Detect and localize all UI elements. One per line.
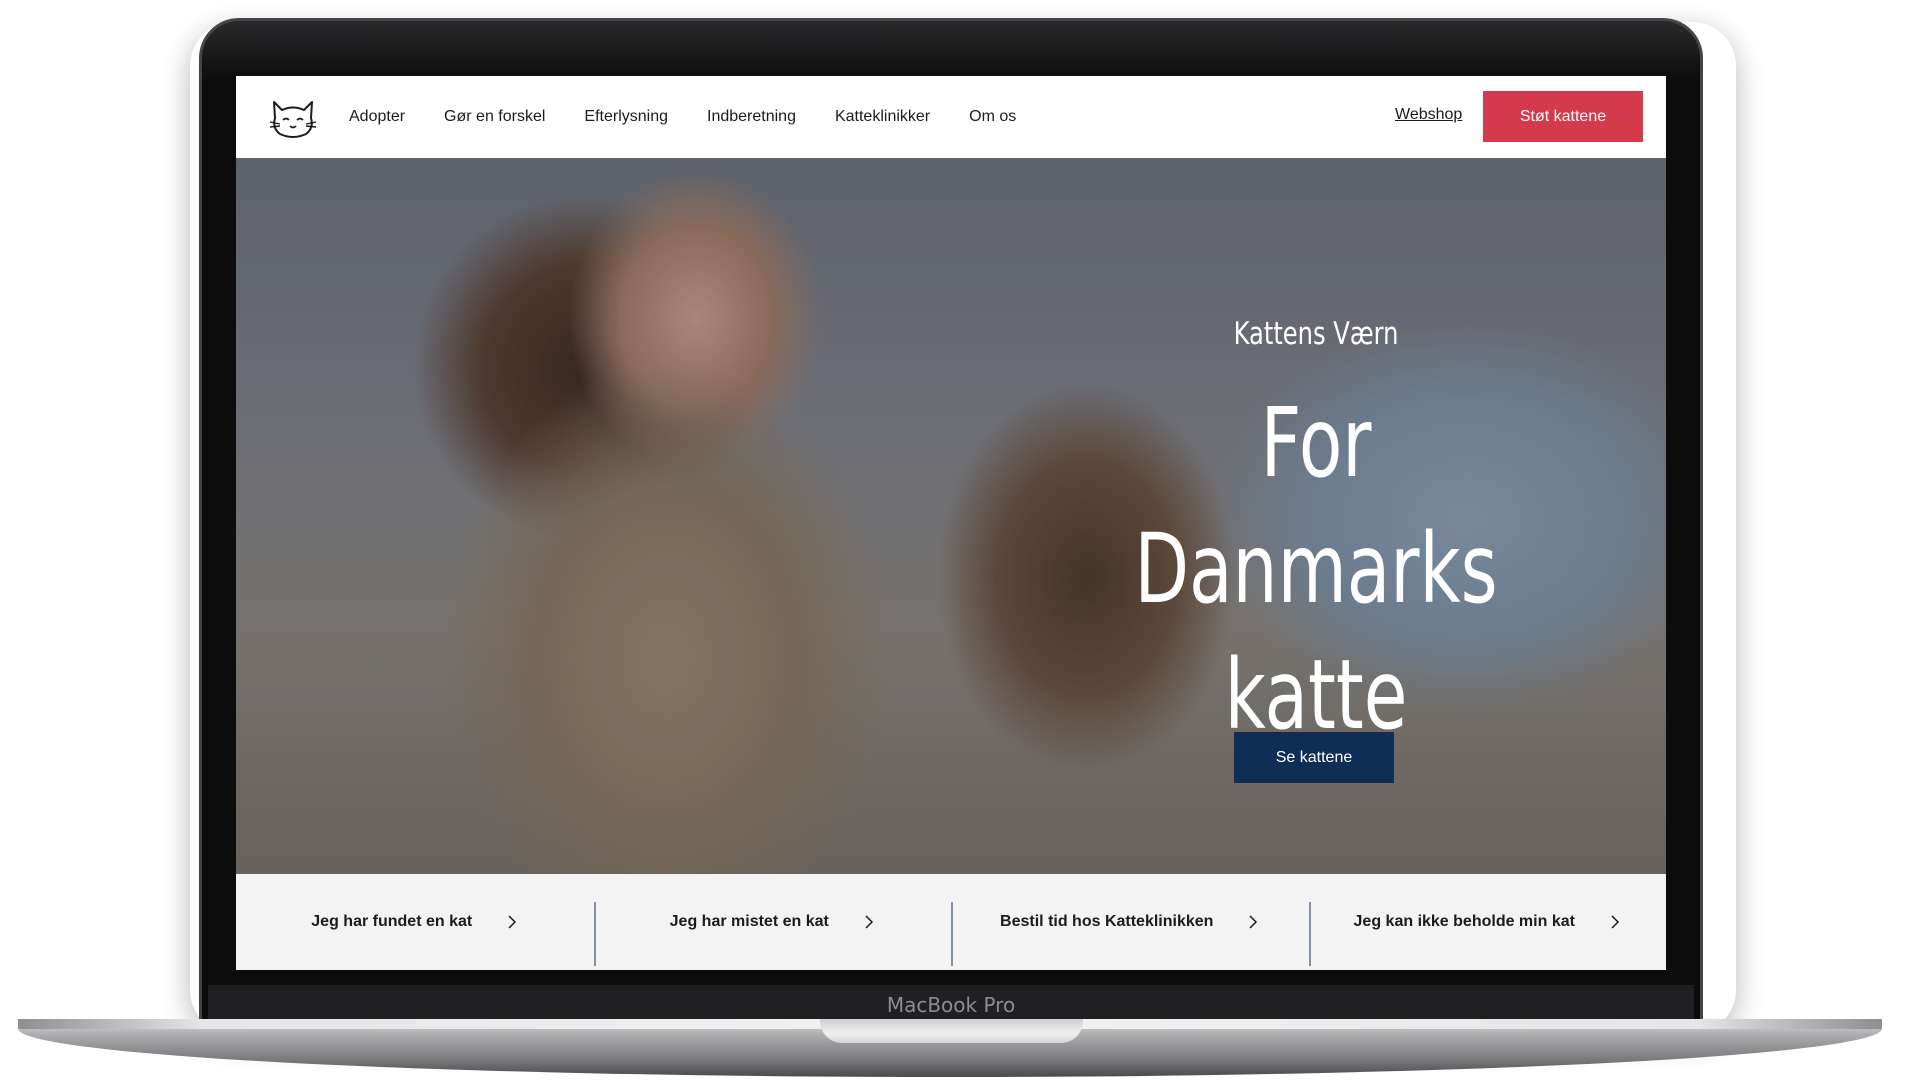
main-nav: Adopter Gør en forskel Efterlysning Indb… [349, 76, 1055, 158]
hero-eyebrow: Kattens Værn [1233, 316, 1399, 352]
quick-link-found-cat[interactable]: Jeg har fundet en kat [236, 874, 594, 970]
quick-links-bar: Jeg har fundet en kat Jeg har mistet en … [236, 874, 1666, 970]
webshop-link[interactable]: Webshop [1395, 106, 1462, 124]
chevron-right-icon [1611, 915, 1620, 929]
quick-link-lost-cat[interactable]: Jeg har mistet en kat [593, 874, 952, 970]
nav-indberetning[interactable]: Indberetning [707, 108, 796, 126]
chevron-right-icon [1249, 915, 1258, 929]
see-cats-button[interactable]: Se kattene [1234, 732, 1394, 783]
quick-link-label: Jeg kan ikke beholde min kat [1353, 913, 1575, 930]
nav-goer-en-forskel[interactable]: Gør en forskel [444, 108, 545, 126]
chevron-right-icon [865, 915, 873, 929]
chevron-right-icon [508, 915, 517, 929]
nav-om-os[interactable]: Om os [969, 108, 1016, 126]
cat-logo-icon[interactable] [268, 94, 318, 140]
support-cats-button[interactable]: Støt kattene [1483, 91, 1643, 142]
laptop-model-label: MacBook Pro [886, 993, 1016, 1017]
quick-link-cannot-keep-cat[interactable]: Jeg kan ikke beholde min kat [1308, 874, 1667, 970]
nav-adopter[interactable]: Adopter [349, 108, 405, 126]
quick-link-label: Jeg har mistet en kat [669, 913, 829, 930]
laptop-notch [820, 1019, 1083, 1043]
nav-efterlysning[interactable]: Efterlysning [584, 108, 668, 126]
hero-title: For Danmarks katte [1134, 387, 1498, 751]
quick-link-book-clinic[interactable]: Bestil tid hos Katteklinikken [951, 874, 1309, 970]
quick-link-label: Jeg har fundet en kat [311, 913, 473, 930]
site-navbar: Adopter Gør en forskel Efterlysning Indb… [236, 76, 1666, 158]
nav-katteklinikker[interactable]: Katteklinikker [835, 108, 930, 126]
quick-link-label: Bestil tid hos Katteklinikken [1000, 913, 1214, 930]
browser-screen: Adopter Gør en forskel Efterlysning Indb… [236, 76, 1666, 970]
hero-banner: Kattens Værn For Danmarks katte Se katte… [236, 158, 1666, 874]
